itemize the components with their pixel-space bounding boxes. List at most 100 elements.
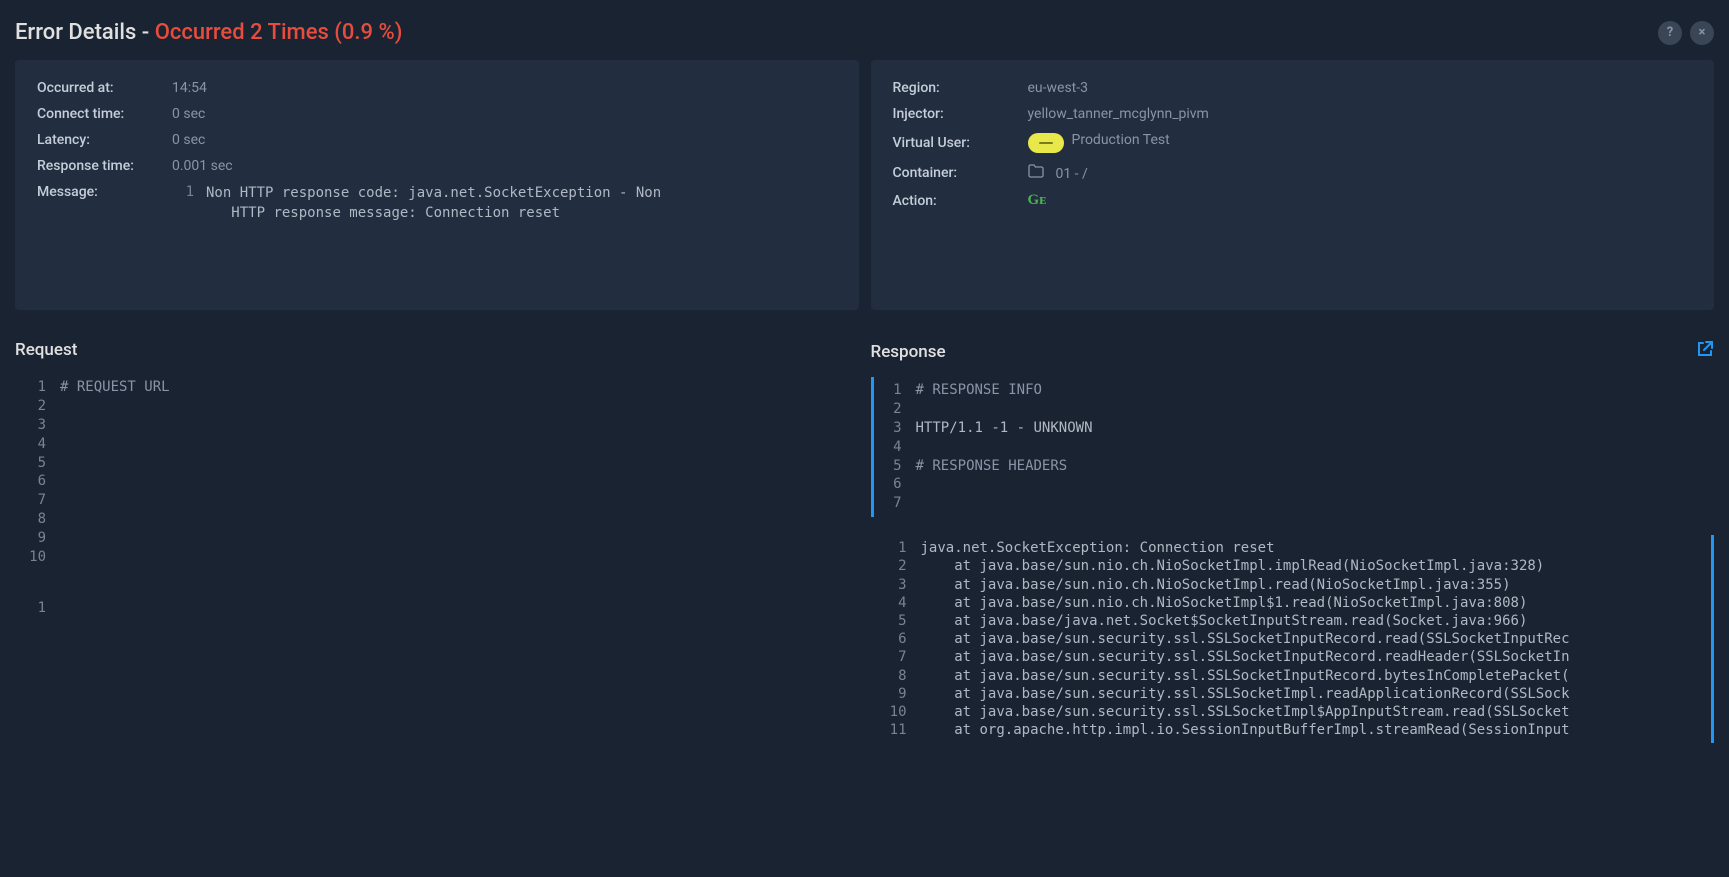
code-line: 4	[18, 435, 859, 454]
code-line: 5	[18, 454, 859, 473]
message-label: Message:	[37, 184, 172, 200]
line-content: at java.base/sun.security.ssl.SSLSocketI…	[921, 667, 1570, 685]
line-number: 1	[18, 378, 60, 397]
code-line: 7	[874, 494, 1715, 513]
code-line: 6 at java.base/sun.security.ssl.SSLSocke…	[871, 630, 1712, 648]
line-content: at java.base/sun.nio.ch.NioSocketImpl$1.…	[921, 594, 1528, 612]
line-content: HTTP/1.1 -1 - UNKNOWN	[916, 419, 1093, 438]
right-panel: Region:eu-west-3Injector:yellow_tanner_m…	[871, 60, 1715, 310]
code-line: 4 at java.base/sun.nio.ch.NioSocketImpl$…	[871, 594, 1712, 612]
line-content: at org.apache.http.impl.io.SessionInputB…	[921, 721, 1570, 739]
line-number: 8	[871, 667, 921, 685]
code-line: 6	[18, 472, 859, 491]
virtual-user-row: Virtual User: Production Test	[893, 132, 1693, 153]
line-content: # RESPONSE INFO	[916, 381, 1042, 400]
container-label: Container:	[893, 165, 1028, 181]
message-lineno: 1	[172, 184, 206, 200]
line-content: at java.base/sun.nio.ch.NioSocketImpl.re…	[921, 576, 1511, 594]
line-content: # RESPONSE HEADERS	[916, 457, 1068, 476]
line-content: at java.base/java.net.Socket$SocketInput…	[921, 612, 1528, 630]
page-title: Error Details - Occurred 2 Times (0.9 %)	[15, 20, 402, 45]
container-row: Container: 01 - /	[893, 163, 1693, 182]
line-number: 6	[871, 630, 921, 648]
line-number: 2	[871, 557, 921, 575]
line-number: 7	[874, 494, 916, 513]
code-line: 2 at java.base/sun.nio.ch.NioSocketImpl.…	[871, 557, 1712, 575]
line-number: 7	[18, 491, 60, 510]
line-number: 8	[18, 510, 60, 529]
info-label: Injector:	[893, 106, 1028, 122]
code-line: 1# RESPONSE INFO	[874, 381, 1715, 400]
line-content: at java.base/sun.security.ssl.SSLSocketI…	[921, 648, 1570, 666]
code-line: 2	[874, 400, 1715, 419]
line-number: 5	[871, 612, 921, 630]
info-value: eu-west-3	[1028, 80, 1089, 96]
folder-icon	[1028, 163, 1048, 182]
open-external-icon[interactable]	[1696, 340, 1714, 363]
info-value: 0 sec	[172, 106, 205, 122]
info-label: Latency:	[37, 132, 172, 148]
code-line: 3HTTP/1.1 -1 - UNKNOWN	[874, 419, 1715, 438]
help-icon[interactable]: ?	[1658, 21, 1682, 45]
line-number: 6	[874, 475, 916, 494]
line-number: 4	[18, 435, 60, 454]
code-sections: Request 1# REQUEST URL2345678910 1 Respo…	[0, 310, 1729, 743]
line-number: 2	[18, 397, 60, 416]
line-number: 10	[18, 548, 60, 567]
info-row: Response time:0.001 sec	[37, 158, 837, 174]
info-label: Connect time:	[37, 106, 172, 122]
header-icons: ? ×	[1658, 21, 1714, 45]
code-line: 6	[874, 475, 1715, 494]
info-row: Connect time:0 sec	[37, 106, 837, 122]
code-line: 3 at java.base/sun.nio.ch.NioSocketImpl.…	[871, 576, 1712, 594]
line-number: 10	[871, 703, 921, 721]
info-value: 0 sec	[172, 132, 205, 148]
line-number: 2	[874, 400, 916, 419]
stack-trace[interactable]: 1java.net.SocketException: Connection re…	[871, 535, 1715, 743]
code-line: 8	[18, 510, 859, 529]
info-row: Latency:0 sec	[37, 132, 837, 148]
left-panel: Occurred at:14:54Connect time:0 secLaten…	[15, 60, 859, 310]
message-text: Non HTTP response code: java.net.SocketE…	[206, 184, 837, 223]
request-extra[interactable]: 1	[15, 595, 859, 622]
message-row: Message: 1 Non HTTP response code: java.…	[37, 184, 837, 223]
info-panels: Occurred at:14:54Connect time:0 secLaten…	[0, 60, 1729, 310]
line-number: 11	[871, 721, 921, 739]
line-number: 9	[871, 685, 921, 703]
info-row: Injector:yellow_tanner_mcglynn_pivm	[893, 106, 1693, 122]
line-number: 6	[18, 472, 60, 491]
container-value: 01 - /	[1028, 163, 1088, 182]
title-prefix: Error Details -	[15, 20, 155, 45]
code-line: 2	[18, 397, 859, 416]
code-line: 5# RESPONSE HEADERS	[874, 457, 1715, 476]
request-title: Request	[15, 340, 77, 360]
line-number: 3	[871, 576, 921, 594]
code-line: 7 at java.base/sun.security.ssl.SSLSocke…	[871, 648, 1712, 666]
line-content: at java.base/sun.nio.ch.NioSocketImpl.im…	[921, 557, 1545, 575]
action-value: Gᴇ	[1028, 192, 1047, 209]
line-content: # REQUEST URL	[60, 378, 170, 397]
response-section: Response 1# RESPONSE INFO23HTTP/1.1 -1 -…	[871, 340, 1715, 743]
action-row: Action: Gᴇ	[893, 192, 1693, 209]
line-number: 4	[871, 594, 921, 612]
code-line: 11 at org.apache.http.impl.io.SessionInp…	[871, 721, 1712, 739]
line-number: 1	[18, 599, 60, 618]
request-header: Request	[15, 340, 859, 360]
response-title: Response	[871, 342, 946, 362]
code-line: 9	[18, 529, 859, 548]
code-line: 10 at java.base/sun.security.ssl.SSLSock…	[871, 703, 1712, 721]
info-value: yellow_tanner_mcglynn_pivm	[1028, 106, 1209, 122]
code-line: 5 at java.base/java.net.Socket$SocketInp…	[871, 612, 1712, 630]
virtual-user-label: Virtual User:	[893, 135, 1028, 151]
code-line: 10	[18, 548, 859, 567]
close-icon[interactable]: ×	[1690, 21, 1714, 45]
request-code[interactable]: 1# REQUEST URL2345678910	[15, 374, 859, 571]
response-header: Response	[871, 340, 1715, 363]
response-code[interactable]: 1# RESPONSE INFO23HTTP/1.1 -1 - UNKNOWN4…	[871, 377, 1715, 517]
line-number: 1	[871, 539, 921, 557]
info-label: Region:	[893, 80, 1028, 96]
code-line: 7	[18, 491, 859, 510]
line-content: at java.base/sun.security.ssl.SSLSocketI…	[921, 630, 1570, 648]
info-label: Occurred at:	[37, 80, 172, 96]
info-value: 0.001 sec	[172, 158, 233, 174]
